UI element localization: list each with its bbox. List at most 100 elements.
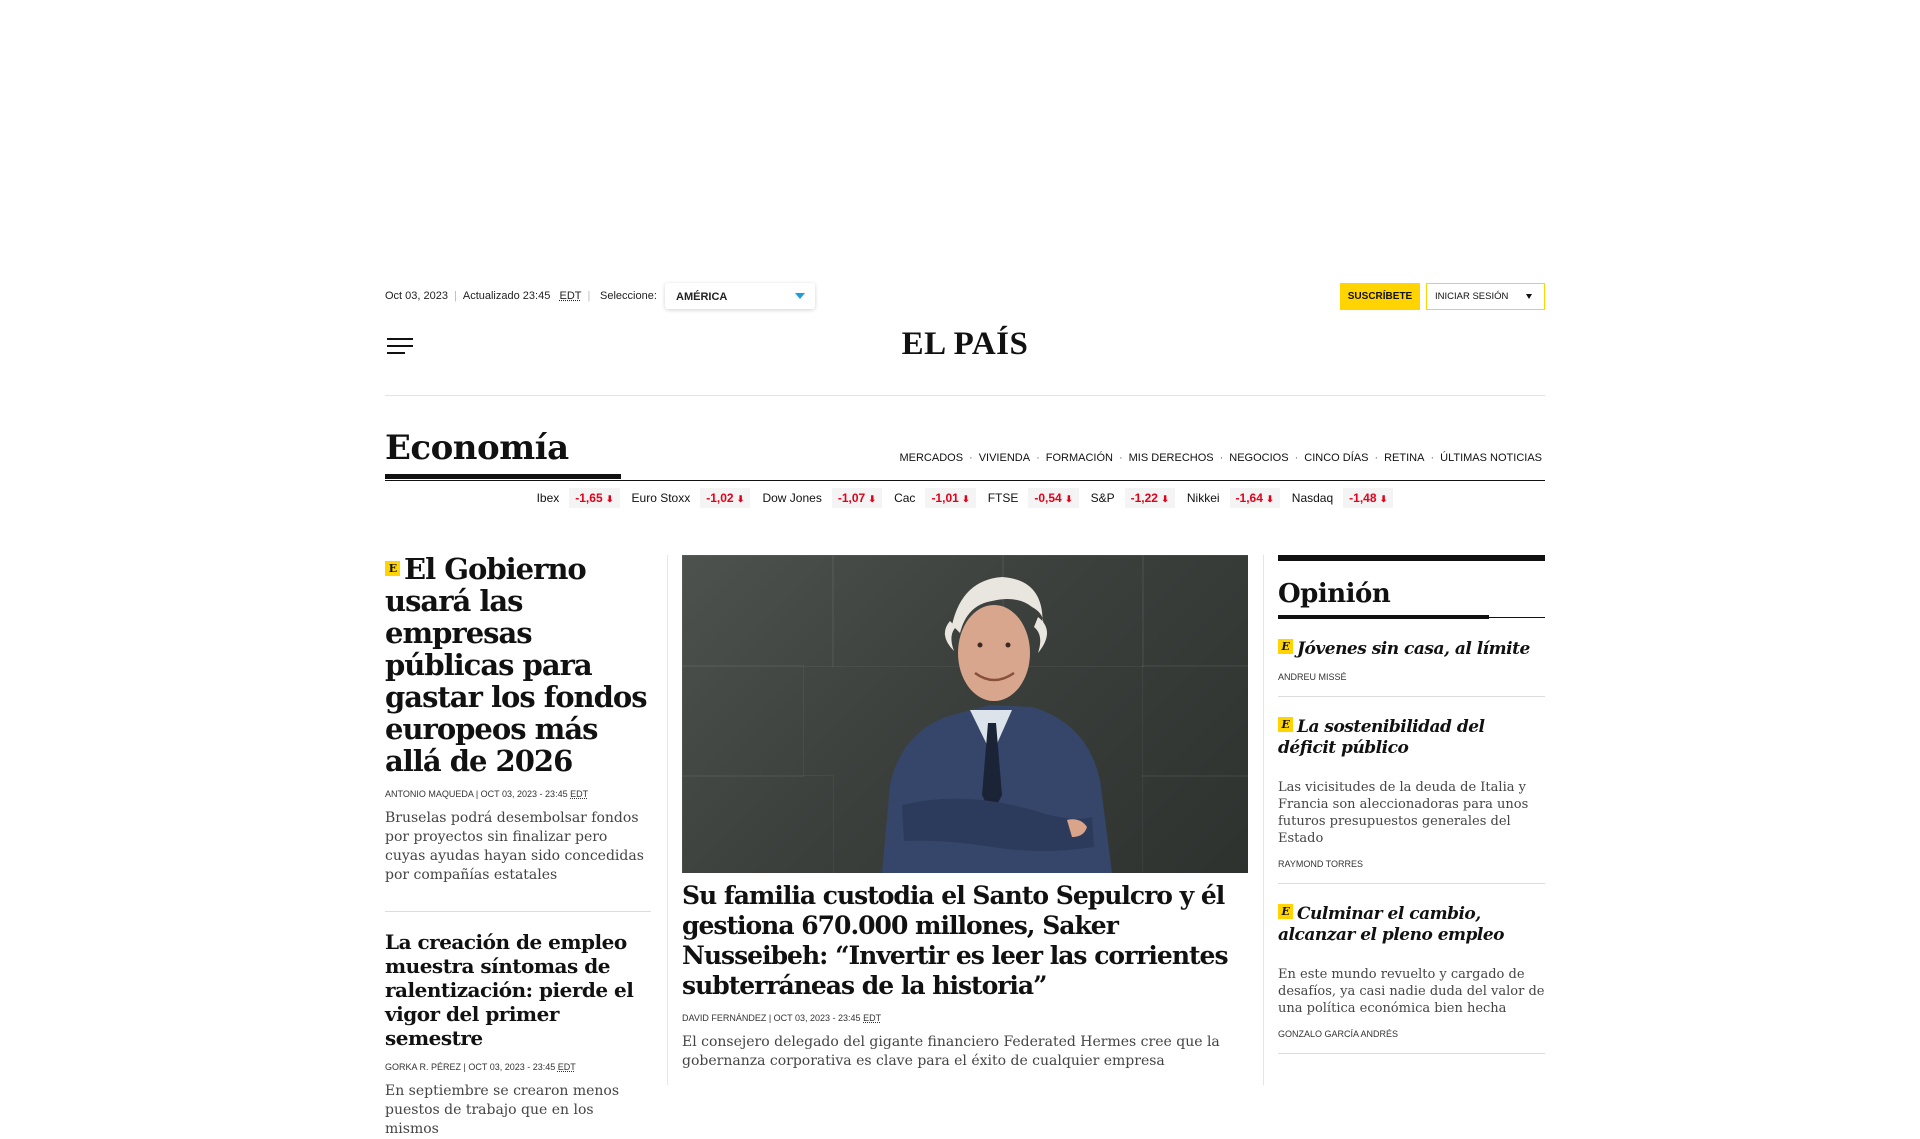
opinion-underline bbox=[1278, 615, 1545, 619]
opinion-summary: Las vicisitudes de la deuda de Italia y … bbox=[1278, 780, 1529, 846]
column-divider bbox=[667, 555, 668, 1085]
market-item[interactable]: Euro Stoxx -1,02 ⬇ bbox=[632, 488, 751, 508]
opinion-item: E Jóvenes sin casa, al límite ANDREU MISS… bbox=[1278, 619, 1545, 697]
opinion-author[interactable]: GONZALO GARCÍA ANDRÉS bbox=[1278, 1029, 1545, 1039]
premium-badge-icon: E bbox=[1278, 904, 1293, 919]
dropdown-caret-icon bbox=[795, 293, 805, 299]
opinion-author[interactable]: ANDREU MISSÉ bbox=[1278, 672, 1545, 682]
subnav-item[interactable]: MERCADOS bbox=[899, 452, 963, 464]
opinion-author[interactable]: RAYMOND TORRES bbox=[1278, 859, 1545, 869]
site-logo[interactable]: EL PAÍS bbox=[385, 326, 1545, 363]
arrow-down-icon: ⬇ bbox=[1266, 494, 1274, 504]
second-summary: En septiembre se crearon menos puestos d… bbox=[385, 1083, 620, 1137]
market-item[interactable]: S&P -1,22 ⬇ bbox=[1091, 488, 1175, 508]
market-item[interactable]: Cac -1,01 ⬇ bbox=[894, 488, 976, 508]
market-change-value: -1,01 bbox=[931, 491, 959, 505]
lead-headline[interactable]: E El Gobierno usará las empresas públicas… bbox=[385, 553, 651, 777]
subnav-item[interactable]: VIVIENDA bbox=[979, 452, 1030, 464]
login-button[interactable]: INICIAR SESIÓN bbox=[1426, 283, 1545, 310]
edition-label: Seleccione: bbox=[600, 290, 657, 302]
market-item[interactable]: Nikkei -1,64 ⬇ bbox=[1187, 488, 1280, 508]
section-title-underline bbox=[385, 474, 621, 479]
market-name: Nikkei bbox=[1186, 491, 1220, 505]
market-name: Cac bbox=[894, 491, 916, 505]
opinion-title[interactable]: Opinión bbox=[1278, 579, 1545, 609]
market-item[interactable]: FTSE -0,54 ⬇ bbox=[988, 488, 1079, 508]
portrait-figure bbox=[882, 577, 1112, 873]
arrow-down-icon: ⬇ bbox=[605, 494, 614, 504]
feature-photo[interactable] bbox=[682, 555, 1248, 873]
opinion-headline[interactable]: E Culminar el cambio, alcanzar el pleno e… bbox=[1278, 904, 1545, 946]
lead-byline-tz: EDT bbox=[570, 789, 589, 799]
nav-separator: · bbox=[1294, 452, 1299, 464]
masthead-divider bbox=[385, 395, 1545, 396]
opinion-headline-text: La sostenibilidad del déficit público bbox=[1278, 717, 1485, 758]
opinion-item: E La sostenibilidad del déficit público L… bbox=[1278, 697, 1545, 884]
nav-separator: · bbox=[1118, 452, 1123, 464]
lead-byline-text: ANTONIO MAQUEDA | OCT 03, 2023 - 23:45 bbox=[385, 789, 568, 799]
market-change-value: -1,48 bbox=[1349, 491, 1377, 505]
market-change-value: -1,07 bbox=[837, 491, 866, 505]
market-change: -0,54 ⬇ bbox=[1028, 488, 1079, 508]
timezone-label[interactable]: EDT bbox=[559, 290, 581, 302]
opinion-headline-text: Culminar el cambio, alcanzar el pleno em… bbox=[1278, 904, 1505, 945]
market-item[interactable]: Dow Jones -1,07 ⬇ bbox=[762, 488, 883, 508]
opinion-top-bar bbox=[1278, 555, 1545, 561]
chevron-down-icon bbox=[1526, 294, 1532, 299]
market-change: -1,64 ⬇ bbox=[1229, 488, 1280, 508]
market-item[interactable]: Nasdaq -1,48 ⬇ bbox=[1292, 488, 1394, 508]
subnav-item[interactable]: NEGOCIOS bbox=[1229, 452, 1288, 464]
market-ticker: Ibex -1,65 ⬇ Euro Stoxx -1,02 ⬇ Dow Jones -1,… bbox=[385, 488, 1545, 512]
page-wrapper: Oct 03, 2023 | Actualizado 23:45 EDT | Sele… bbox=[385, 0, 1545, 1137]
subnav-item[interactable]: ÚLTIMAS NOTICIAS bbox=[1440, 452, 1542, 464]
market-change-value: -1,65 bbox=[575, 491, 603, 505]
nav-separator: · bbox=[1374, 452, 1379, 464]
premium-badge-icon: E bbox=[385, 560, 400, 576]
market-change: -1,02 ⬇ bbox=[700, 488, 751, 508]
subscribe-button[interactable]: SUSCRÍBETE bbox=[1340, 283, 1420, 310]
section-subnav: MERCADOS · VIVIENDA · FORMACIÓN · MIS DERECHOS… bbox=[899, 452, 1542, 464]
second-headline[interactable]: La creación de empleo muestra síntomas d… bbox=[385, 930, 651, 1050]
arrow-down-icon: ⬇ bbox=[868, 494, 877, 504]
arrow-down-icon: ⬇ bbox=[1379, 494, 1388, 504]
subnav-item[interactable]: MIS DERECHOS bbox=[1129, 452, 1214, 464]
market-change-value: -1,64 bbox=[1235, 491, 1263, 505]
lead-byline: ANTONIO MAQUEDA | OCT 03, 2023 - 23:45 E… bbox=[385, 789, 651, 799]
current-date: Oct 03, 2023 bbox=[385, 290, 448, 302]
market-change: -1,01 ⬇ bbox=[925, 488, 976, 508]
market-name: Dow Jones bbox=[762, 491, 822, 505]
feature-summary: El consejero delegado del gigante financ… bbox=[682, 1034, 1220, 1069]
opinion-headline-text: Jóvenes sin casa, al límite bbox=[1297, 639, 1530, 659]
market-change: -1,22 ⬇ bbox=[1124, 488, 1175, 508]
market-name: Euro Stoxx bbox=[631, 491, 691, 505]
arrow-down-icon: ⬇ bbox=[1161, 494, 1169, 504]
feature-headline[interactable]: Su familia custodia el Santo Sepulcro y … bbox=[682, 881, 1248, 1001]
market-change-value: -0,54 bbox=[1034, 491, 1062, 505]
arrow-down-icon: ⬇ bbox=[962, 494, 970, 504]
subnav-item[interactable]: CINCO DÍAS bbox=[1304, 452, 1368, 464]
nav-separator: · bbox=[969, 452, 973, 464]
center-column: Su familia custodia el Santo Sepulcro y … bbox=[682, 555, 1248, 1071]
edition-dropdown[interactable]: AMÉRICA bbox=[665, 283, 815, 309]
market-change: -1,07 ⬇ bbox=[831, 488, 883, 508]
nav-separator: · bbox=[1219, 452, 1224, 464]
market-change-value: -1,02 bbox=[706, 491, 734, 505]
top-bar: Oct 03, 2023 | Actualizado 23:45 EDT | Sele… bbox=[385, 283, 1545, 311]
nav-separator: · bbox=[1036, 452, 1040, 464]
section-divider bbox=[385, 480, 1545, 481]
feature-byline-tz: EDT bbox=[863, 1013, 882, 1023]
column-divider bbox=[1263, 555, 1264, 1085]
section-title[interactable]: Economía bbox=[385, 428, 569, 468]
market-item[interactable]: Ibex -1,65 ⬇ bbox=[537, 488, 620, 508]
market-name: S&P bbox=[1090, 491, 1115, 505]
subnav-item[interactable]: FORMACIÓN bbox=[1046, 452, 1113, 464]
second-byline-text: GORKA R. PÉREZ | OCT 03, 2023 - 23:45 bbox=[385, 1062, 556, 1072]
second-byline-tz: EDT bbox=[557, 1062, 576, 1072]
opinion-headline[interactable]: E La sostenibilidad del déficit público bbox=[1278, 717, 1545, 759]
market-change-value: -1,22 bbox=[1130, 491, 1158, 505]
edition-value: AMÉRICA bbox=[676, 291, 728, 303]
premium-badge-icon: E bbox=[1278, 717, 1293, 732]
subnav-item[interactable]: RETINA bbox=[1384, 452, 1424, 464]
opinion-headline[interactable]: E Jóvenes sin casa, al límite bbox=[1278, 639, 1545, 660]
market-name: FTSE bbox=[987, 491, 1019, 505]
